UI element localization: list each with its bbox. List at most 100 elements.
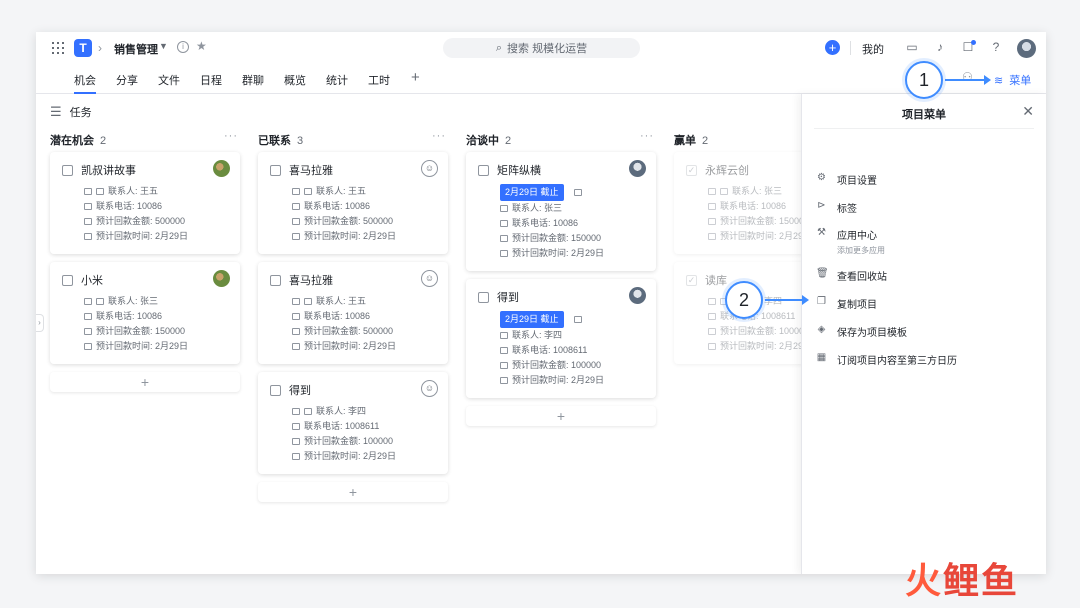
checkbox[interactable] xyxy=(478,164,489,176)
task-card[interactable]: 喜马拉雅 ☺ 联系人: 王五 联系电话: 10086 预计回款金额: 50000… xyxy=(258,152,448,254)
more-icon[interactable]: ··· xyxy=(640,130,654,142)
calendar-icon[interactable]: ▭ xyxy=(904,39,920,55)
panel-title: 项目菜单 xyxy=(902,109,946,121)
menu-item-recycle-bin[interactable]: 🗑 查看回收站 xyxy=(816,268,887,283)
caret-down-icon[interactable]: ▼ xyxy=(159,41,168,51)
phone-icon xyxy=(500,347,508,354)
mine-link[interactable]: 我的 xyxy=(862,41,884,57)
assignee-avatar[interactable] xyxy=(213,270,230,287)
contact-icon xyxy=(96,298,104,305)
assignee-avatar[interactable]: ☺ xyxy=(421,270,438,287)
phone-icon xyxy=(292,313,300,320)
star-icon[interactable]: ★ xyxy=(196,39,207,53)
sidebar-expand-handle[interactable]: › xyxy=(36,314,44,332)
add-card-button[interactable]: + xyxy=(258,482,448,502)
tag-icon: ⊳ xyxy=(817,200,826,211)
more-icon[interactable]: ··· xyxy=(224,130,238,142)
contact-field: 联系人: 王五 xyxy=(316,296,367,306)
amount-icon xyxy=(500,235,508,242)
tab-overview[interactable]: 概览 xyxy=(284,72,306,88)
assignee-avatar[interactable]: ☺ xyxy=(421,380,438,397)
more-icon[interactable]: ··· xyxy=(432,130,446,142)
amount-field: 预计回款金额: 150000 xyxy=(512,233,602,243)
tab-worktime[interactable]: 工时 xyxy=(368,72,390,88)
tab-files[interactable]: 文件 xyxy=(158,72,180,88)
date-field: 预计回款时间: 2月29日 xyxy=(96,341,189,351)
checkbox-checked[interactable]: ✓ xyxy=(686,274,697,286)
date-field: 预计回款时间: 2月29日 xyxy=(512,375,605,385)
assignee-avatar[interactable] xyxy=(213,160,230,177)
menu-item-project-settings[interactable]: ⚙ 项目设置 xyxy=(816,172,877,187)
assignee-avatar[interactable] xyxy=(629,160,646,177)
menu-item-app-center[interactable]: ⚒ 应用中心 添加更多应用 xyxy=(816,227,885,256)
card-title: 得到 xyxy=(497,292,519,304)
contact-field: 联系人: 李四 xyxy=(316,406,367,416)
bell-icon[interactable]: ♪ xyxy=(932,39,948,55)
menu-item-tags[interactable]: ⊳ 标签 xyxy=(816,200,857,215)
phone-field: 联系电话: 10086 xyxy=(512,218,579,228)
menu-item-save-template[interactable]: ◈ 保存为项目模板 xyxy=(816,324,907,339)
menu-item-copy-project[interactable]: ❐ 复制项目 xyxy=(816,296,877,311)
apps-grid-icon[interactable] xyxy=(52,42,64,54)
task-card[interactable]: 矩阵纵横 2月29日 截止 联系人: 张三 联系电话: 10086 预计回款金额… xyxy=(466,152,656,271)
due-date-badge[interactable]: 2月29日 截止 xyxy=(500,184,564,201)
contact-icon xyxy=(304,188,312,195)
amount-field: 预计回款金额: 150000 xyxy=(720,216,810,226)
help-icon[interactable]: ? xyxy=(988,39,1004,55)
task-card[interactable]: 小米 联系人: 张三 联系电话: 10086 预计回款金额: 150000 预计… xyxy=(50,262,240,364)
close-icon[interactable]: ✕ xyxy=(1022,103,1034,120)
divider xyxy=(814,128,1034,129)
phone-icon xyxy=(84,203,92,210)
date-field: 预计回款时间: 2月29日 xyxy=(720,231,813,241)
app-logo[interactable]: T xyxy=(74,39,92,57)
tab-share[interactable]: 分享 xyxy=(116,72,138,88)
note-icon xyxy=(292,188,300,195)
info-icon[interactable]: i xyxy=(177,41,189,53)
menu-button[interactable]: ≋ 菜单 xyxy=(994,72,1031,88)
note-icon xyxy=(708,298,716,305)
checkbox[interactable] xyxy=(62,164,73,176)
watermark-logo: 火鲤鱼 xyxy=(905,562,1019,602)
add-card-button[interactable]: + xyxy=(50,372,240,392)
assignee-avatar[interactable]: ☺ xyxy=(421,160,438,177)
column-count: 2 xyxy=(702,135,709,147)
view-switcher[interactable]: ☰ 任务 xyxy=(50,104,92,120)
checkbox[interactable] xyxy=(270,164,281,176)
callout-2: 2 xyxy=(725,281,763,319)
search-box[interactable]: ⌕ 搜索 规模化运营 xyxy=(443,38,640,58)
checkbox[interactable] xyxy=(62,274,73,286)
menu-item-subscribe-calendar[interactable]: ▦ 订阅项目内容至第三方日历 xyxy=(816,352,957,367)
user-avatar[interactable] xyxy=(1017,39,1036,58)
tab-group-chat[interactable]: 群聊 xyxy=(242,72,264,88)
contact-field: 联系人: 李四 xyxy=(512,330,563,340)
date-icon xyxy=(500,377,508,384)
contact-icon xyxy=(720,188,728,195)
checkbox[interactable] xyxy=(270,274,281,286)
menu-button-label: 菜单 xyxy=(1009,75,1032,87)
checkbox[interactable] xyxy=(478,291,489,303)
checkbox-checked[interactable]: ✓ xyxy=(686,164,697,176)
task-card[interactable]: 得到 2月29日 截止 联系人: 李四 联系电话: 1008611 预计回款金额… xyxy=(466,279,656,398)
task-card[interactable]: 喜马拉雅 ☺ 联系人: 王五 联系电话: 10086 预计回款金额: 50000… xyxy=(258,262,448,364)
note-icon xyxy=(84,188,92,195)
app-window: T › 销售管理 ▼ i ★ ⌕ 搜索 规模化运营 + 我的 ▭ ♪ ☐ ? 机… xyxy=(36,32,1046,574)
view-label: 任务 xyxy=(69,107,92,119)
date-icon xyxy=(292,233,300,240)
amount-icon xyxy=(708,218,716,225)
task-card[interactable]: 得到 ☺ 联系人: 李四 联系电话: 1008611 预计回款金额: 10000… xyxy=(258,372,448,474)
add-button[interactable]: + xyxy=(825,40,840,55)
note-icon xyxy=(292,408,300,415)
add-tab-icon[interactable]: + xyxy=(411,69,420,86)
tab-schedule[interactable]: 日程 xyxy=(200,72,222,88)
assignee-avatar[interactable] xyxy=(629,287,646,304)
members-icon[interactable]: ⚇ xyxy=(962,70,973,84)
task-card[interactable]: 凯叔讲故事 联系人: 王五 联系电话: 10086 预计回款金额: 500000… xyxy=(50,152,240,254)
tab-opportunity[interactable]: 机会 xyxy=(74,72,96,94)
column-count: 2 xyxy=(505,135,512,147)
project-title[interactable]: 销售管理 xyxy=(114,41,158,57)
due-date-badge[interactable]: 2月29日 截止 xyxy=(500,311,564,328)
phone-field: 联系电话: 1008611 xyxy=(512,345,588,355)
checkbox[interactable] xyxy=(270,384,281,396)
add-card-button[interactable]: + xyxy=(466,406,656,426)
tab-statistics[interactable]: 统计 xyxy=(326,72,348,88)
